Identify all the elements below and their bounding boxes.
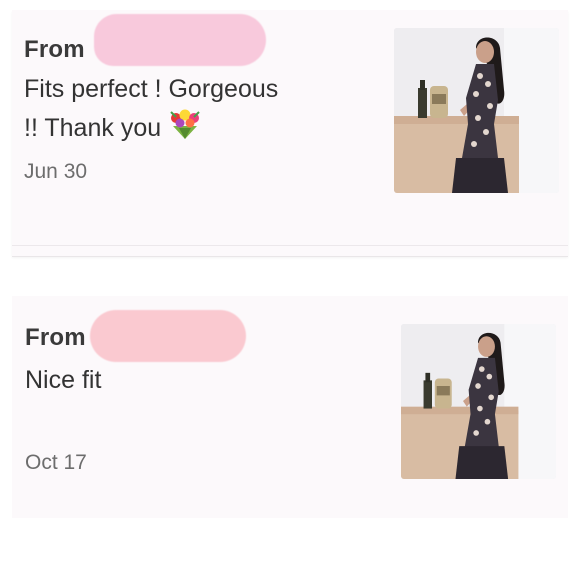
review-date: Oct 17 (25, 451, 87, 474)
review-text: Fits perfect ! Gorgeous !! Thank you (24, 70, 374, 151)
redacted-username (90, 310, 246, 362)
dress-photo-image (401, 324, 556, 479)
dress-photo-image (394, 28, 559, 193)
review-photo[interactable] (394, 28, 559, 193)
bouquet-icon (167, 108, 203, 151)
card-divider (12, 245, 568, 246)
review-card: From Nice fit Oct 17 (12, 296, 568, 518)
reviews-page: From Fits perfect ! Gorgeous !! Thank yo… (0, 0, 580, 580)
review-text-line: Nice fit (25, 366, 102, 394)
review-card: From Fits perfect ! Gorgeous !! Thank yo… (12, 10, 568, 256)
review-text: Nice fit (25, 361, 365, 399)
review-photo[interactable] (401, 324, 556, 479)
review-from-label: From (24, 36, 85, 63)
redacted-username (94, 14, 266, 66)
review-from-label: From (25, 324, 86, 351)
review-text-line: Fits perfect ! Gorgeous (24, 75, 279, 103)
review-text-line: !! Thank you (24, 114, 162, 142)
review-date: Jun 30 (24, 160, 88, 183)
